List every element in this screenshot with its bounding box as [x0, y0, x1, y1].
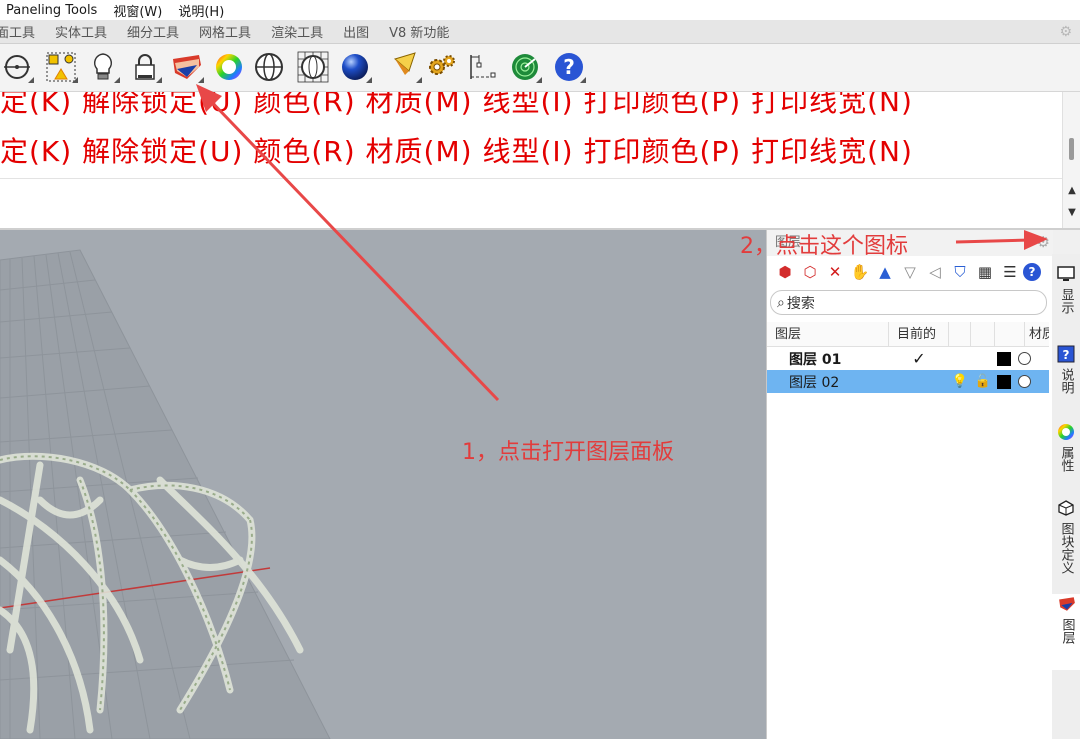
material-icon[interactable] — [1018, 375, 1031, 388]
layer-color-swatch[interactable] — [997, 351, 1011, 366]
tab-drafting[interactable]: 出图 — [333, 22, 379, 41]
monitor-icon — [1056, 264, 1076, 284]
hand-icon[interactable]: ✋ — [848, 261, 872, 283]
move-left-icon[interactable]: ◁ — [923, 261, 947, 283]
svg-text:?: ? — [563, 55, 575, 79]
tab-surface-tools[interactable]: 面工具 — [0, 22, 45, 41]
layer-table: 图层 目前的 材质 图层 01 ✓ 图层 02 💡 🔓 — [767, 322, 1049, 393]
layer-name[interactable]: 图层 02 — [767, 372, 889, 392]
mesh-sphere-icon[interactable] — [296, 49, 330, 85]
tab-block-definitions[interactable]: 图块定义 — [1052, 498, 1080, 574]
sphere-wireframe-icon[interactable] — [252, 49, 286, 85]
annotation-step2: 2，点击这个图标 — [740, 234, 908, 259]
column-locked[interactable] — [971, 322, 995, 346]
table-icon[interactable]: ▦ — [973, 261, 997, 283]
viewport-canvas — [0, 249, 331, 739]
tab-render-tools[interactable]: 渲染工具 — [261, 22, 333, 41]
move-down-icon[interactable]: ▽ — [898, 261, 922, 283]
dimension-icon[interactable] — [466, 49, 500, 85]
help-icon[interactable]: ? — [1023, 263, 1041, 281]
layer-search-field[interactable]: ⌕ 搜索 — [770, 290, 1047, 315]
layer-row[interactable]: 图层 02 💡 🔓 — [767, 370, 1049, 393]
column-layer[interactable]: 图层 — [767, 322, 889, 346]
annotation-step1: 1，点击打开图层面板 — [462, 440, 674, 465]
delete-icon[interactable]: ✕ — [823, 261, 847, 283]
color-wheel-icon — [1056, 422, 1076, 442]
help-book-icon: ? — [1056, 344, 1076, 364]
tab-solid-tools[interactable]: 实体工具 — [45, 22, 117, 41]
perspective-viewport[interactable] — [0, 230, 766, 739]
tab-subd-tools[interactable]: 细分工具 — [117, 22, 189, 41]
tab-properties[interactable]: 属性 — [1052, 422, 1080, 472]
menu-icon[interactable]: ☰ — [998, 261, 1022, 283]
layer-row[interactable]: 图层 01 ✓ — [767, 347, 1049, 370]
command-separator — [0, 178, 1062, 179]
lock-icon[interactable] — [128, 49, 162, 85]
column-visible[interactable] — [949, 322, 971, 346]
settings-gear-icon[interactable] — [424, 49, 458, 85]
toolbar-tabs: 面工具 实体工具 细分工具 网格工具 渲染工具 出图 V8 新功能 ⚙ — [0, 20, 1080, 44]
gear-icon[interactable]: ⚙ — [1059, 24, 1072, 40]
scroll-up-icon[interactable]: ▲ — [1063, 182, 1080, 200]
new-sublayer-icon[interactable]: ⬡ — [798, 261, 822, 283]
tab-mesh-tools[interactable]: 网格工具 — [189, 22, 261, 41]
layer-table-header: 图层 目前的 材质 — [767, 322, 1049, 347]
new-layer-icon[interactable]: ⬢ — [773, 261, 797, 283]
layer-icon — [1057, 594, 1077, 614]
move-up-icon[interactable]: ▲ — [873, 261, 897, 283]
group-icon[interactable] — [44, 49, 78, 85]
layer-icon[interactable] — [170, 49, 204, 85]
menu-paneling-tools[interactable]: Paneling Tools — [6, 3, 97, 18]
command-history: 定(K) 解除锁定(U) 颜色(R) 材质(M) 线型(I) 打印颜色(P) 打… — [0, 92, 1080, 230]
layer-name[interactable]: 图层 01 — [767, 349, 889, 369]
search-placeholder: 搜索 — [786, 295, 815, 312]
osnap-circle-icon[interactable] — [0, 49, 34, 85]
svg-text:?: ? — [1063, 348, 1070, 362]
panel-gear-icon[interactable]: ⚙ — [1037, 233, 1050, 251]
filter-icon[interactable]: ⛉ — [948, 261, 972, 283]
color-wheel-icon[interactable] — [212, 49, 246, 85]
menu-bar: Paneling Tools 视窗(W) 说明(H) — [0, 0, 1080, 20]
side-panel-tabs: 显示 ? 说明 属性 图块定义 图层 — [1052, 254, 1080, 739]
command-history-line: 定(K) 解除锁定(U) 颜色(R) 材质(M) 线型(I) 打印颜色(P) 打… — [0, 92, 913, 118]
column-color[interactable] — [995, 322, 1025, 346]
construction-grid — [0, 249, 331, 739]
tab-display[interactable]: 显示 — [1052, 264, 1080, 314]
help-icon[interactable]: ? — [552, 49, 586, 85]
tab-v8-new-features[interactable]: V8 新功能 — [379, 22, 459, 41]
material-icon[interactable] — [1018, 352, 1031, 365]
tab-layers[interactable]: 图层 — [1052, 594, 1080, 670]
scroll-down-icon[interactable]: ▼ — [1063, 204, 1080, 222]
layer-color-swatch[interactable] — [997, 374, 1011, 389]
current-checkmark[interactable]: ✓ — [889, 349, 949, 368]
blue-sphere-icon[interactable] — [338, 49, 372, 85]
render-icon[interactable] — [388, 49, 422, 85]
lightbulb-icon[interactable] — [86, 49, 120, 85]
search-icon: ⌕ — [777, 294, 785, 311]
column-material[interactable]: 材质 — [1025, 322, 1049, 346]
main-toolbar: ? — [0, 44, 1080, 92]
tab-help[interactable]: ? 说明 — [1052, 344, 1080, 394]
scroll-thumb[interactable] — [1069, 138, 1074, 160]
command-scrollbar[interactable]: ▲ ▼ — [1062, 92, 1080, 228]
radar-icon[interactable] — [508, 49, 542, 85]
block-icon — [1056, 498, 1076, 518]
layer-toolbar: ⬢ ⬡ ✕ ✋ ▲ ▽ ◁ ⛉ ▦ ☰ ? — [767, 258, 1053, 286]
menu-help[interactable]: 说明(H) — [178, 1, 224, 20]
layers-panel: 图层 ⚙ ⬢ ⬡ ✕ ✋ ▲ ▽ ◁ ⛉ ▦ ☰ ? ⌕ 搜索 图层 目前的 材… — [766, 230, 1053, 739]
command-prompt-line: 定(K) 解除锁定(U) 颜色(R) 材质(M) 线型(I) 打印颜色(P) 打… — [0, 135, 913, 168]
column-current[interactable]: 目前的 — [889, 322, 949, 346]
lightbulb-icon[interactable]: 💡 — [949, 374, 971, 389]
unlock-icon[interactable]: 🔓 — [971, 374, 995, 389]
menu-window[interactable]: 视窗(W) — [113, 1, 162, 20]
